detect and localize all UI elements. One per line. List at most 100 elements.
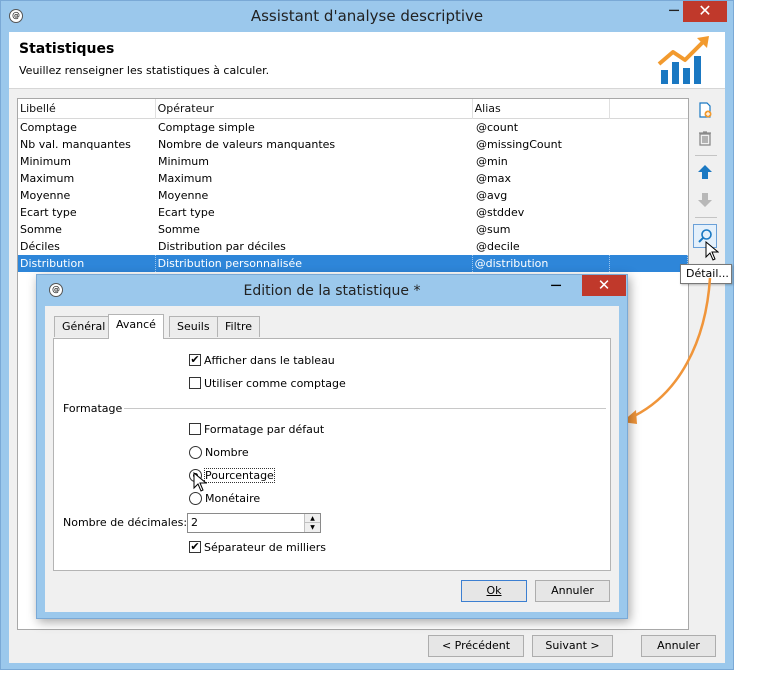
dialog-minimize-button[interactable]: ─ — [547, 278, 565, 294]
cell-alias: @missingCount — [476, 138, 562, 151]
table-row[interactable]: Maximum Maximum @max — [18, 170, 688, 187]
dialog-content: Général Avancé Seuils Filtre ✔ Afficher … — [45, 306, 619, 612]
cell-label: Nb val. manquantes — [20, 138, 131, 151]
toolbar-separator — [695, 155, 717, 156]
statistics-chart-icon — [657, 36, 709, 84]
column-header-label[interactable]: Libellé — [18, 99, 156, 119]
cell-operator: Distribution par déciles — [158, 240, 286, 253]
tab-advanced[interactable]: Avancé — [108, 314, 164, 339]
formatting-group-label: Formatage — [63, 402, 123, 415]
cell-operator: Distribution personnalisée — [156, 255, 473, 272]
main-titlebar[interactable]: @ Assistant d'analyse descriptive ─ ✕ — [1, 1, 733, 32]
table-row[interactable]: Moyenne Moyenne @avg — [18, 187, 688, 204]
thousands-separator-checkbox[interactable]: ✔ — [189, 541, 201, 553]
cell-operator: Minimum — [158, 155, 209, 168]
cell-alias: @distribution — [473, 255, 611, 272]
cell-label: Moyenne — [20, 189, 71, 202]
default-format-label: Formatage par défaut — [204, 422, 325, 436]
cell-label: Comptage — [20, 121, 77, 134]
decimals-stepper[interactable]: 2 ▲ ▼ — [187, 513, 321, 533]
page-subtitle: Veuillez renseigner les statistiques à c… — [19, 64, 270, 77]
cell-operator: Moyenne — [158, 189, 209, 202]
thousands-separator-option[interactable]: ✔ Séparateur de milliers — [189, 539, 326, 555]
cell-label: Ecart type — [20, 206, 77, 219]
radio-number-option[interactable]: Nombre — [189, 444, 249, 460]
spin-down-icon[interactable]: ▼ — [305, 523, 320, 532]
show-in-table-option[interactable]: ✔ Afficher dans le tableau — [189, 352, 335, 368]
table-row[interactable]: Nb val. manquantes Nombre de valeurs manq… — [18, 136, 688, 153]
cell-alias: @sum — [476, 223, 511, 236]
table-row-selected[interactable]: Distribution Distribution personnalisée @d… — [18, 255, 688, 272]
default-format-checkbox[interactable] — [189, 423, 201, 435]
thousands-separator-label: Séparateur de milliers — [204, 540, 327, 554]
cell-operator: Somme — [158, 223, 200, 236]
cell-operator: Ecart type — [158, 206, 215, 219]
column-header-alias[interactable]: Alias — [473, 99, 611, 119]
radio-currency-option[interactable]: Monétaire — [189, 490, 260, 506]
decimals-label: Nombre de décimales: — [63, 516, 188, 529]
tab-filter[interactable]: Filtre — [217, 316, 261, 337]
header-band: Statistiques Veuillez renseigner les sta… — [9, 32, 725, 89]
dialog-cancel-button[interactable]: Annuler — [535, 580, 610, 602]
cell-label: Maximum — [20, 172, 75, 185]
move-up-button[interactable] — [693, 160, 717, 184]
spin-up-icon[interactable]: ▲ — [305, 514, 320, 523]
mouse-cursor-icon — [193, 472, 207, 492]
radio-number[interactable] — [189, 445, 202, 459]
formatting-group-divider — [124, 408, 606, 409]
trash-icon — [699, 131, 711, 146]
move-down-button[interactable] — [693, 188, 717, 212]
tab-panel-advanced: ✔ Afficher dans le tableau Utiliser comm… — [53, 338, 611, 571]
cancel-button[interactable]: Annuler — [641, 635, 716, 657]
cell-alias: @max — [476, 172, 511, 185]
toolbar-separator — [695, 217, 717, 218]
dialog-close-button[interactable]: ✕ — [582, 275, 626, 296]
cell-alias: @avg — [476, 189, 508, 202]
minimize-button[interactable]: ─ — [665, 3, 683, 23]
next-button[interactable]: Suivant > — [532, 635, 613, 657]
previous-button[interactable]: < Précédent — [428, 635, 524, 657]
cell-operator: Comptage simple — [158, 121, 255, 134]
radio-currency[interactable] — [189, 491, 202, 505]
column-header-operator[interactable]: Opérateur — [156, 99, 473, 119]
radio-number-label: Nombre — [205, 445, 249, 459]
page-title: Statistiques — [19, 41, 115, 57]
close-button[interactable]: ✕ — [683, 1, 727, 22]
table-row[interactable]: Déciles Distribution par déciles @decile — [18, 238, 688, 255]
cell-alias: @min — [476, 155, 508, 168]
show-in-table-checkbox[interactable]: ✔ — [189, 354, 201, 366]
table-row[interactable]: Minimum Minimum @min — [18, 153, 688, 170]
cell-alias: @count — [476, 121, 519, 134]
cell-label: Minimum — [20, 155, 71, 168]
table-row[interactable]: Somme Somme @sum — [18, 221, 688, 238]
cell-label: Déciles — [20, 240, 60, 253]
table-header: Libellé Opérateur Alias — [18, 99, 688, 119]
table-row[interactable]: Ecart type Ecart type @stddev — [18, 204, 688, 221]
use-as-count-label: Utiliser comme comptage — [204, 376, 346, 390]
edit-statistic-dialog[interactable]: @ Edition de la statistique * ─ ✕ Généra… — [36, 274, 628, 619]
cell-operator: Maximum — [158, 172, 213, 185]
mouse-cursor-icon — [705, 241, 719, 261]
default-format-option[interactable]: Formatage par défaut — [189, 421, 324, 437]
arrow-down-icon — [698, 193, 712, 207]
radio-currency-label: Monétaire — [205, 491, 261, 505]
arrow-up-icon — [698, 165, 712, 179]
dialog-ok-button[interactable]: Ok — [461, 580, 527, 602]
table-row[interactable]: Comptage Comptage simple @count — [18, 119, 688, 136]
dialog-title: Edition de la statistique * — [243, 283, 421, 299]
tab-thresholds[interactable]: Seuils — [169, 316, 218, 337]
cell-alias: @stddev — [476, 206, 525, 219]
cell-label: Somme — [20, 223, 62, 236]
delete-statistic-button[interactable] — [693, 126, 717, 150]
cell-label: Distribution — [18, 255, 156, 272]
dialog-ok-label: Ok — [486, 584, 502, 597]
decimals-spinner: ▲ ▼ — [304, 514, 320, 532]
table-body: Comptage Comptage simple @count Nb val. ma… — [18, 119, 688, 272]
use-as-count-option[interactable]: Utiliser comme comptage — [189, 375, 346, 391]
cell-operator: Nombre de valeurs manquantes — [158, 138, 336, 151]
decimals-value: 2 — [191, 516, 198, 529]
tab-general[interactable]: Général — [54, 316, 114, 337]
use-as-count-checkbox[interactable] — [189, 377, 201, 389]
add-statistic-button[interactable] — [693, 98, 717, 122]
show-in-table-label: Afficher dans le tableau — [204, 353, 335, 367]
